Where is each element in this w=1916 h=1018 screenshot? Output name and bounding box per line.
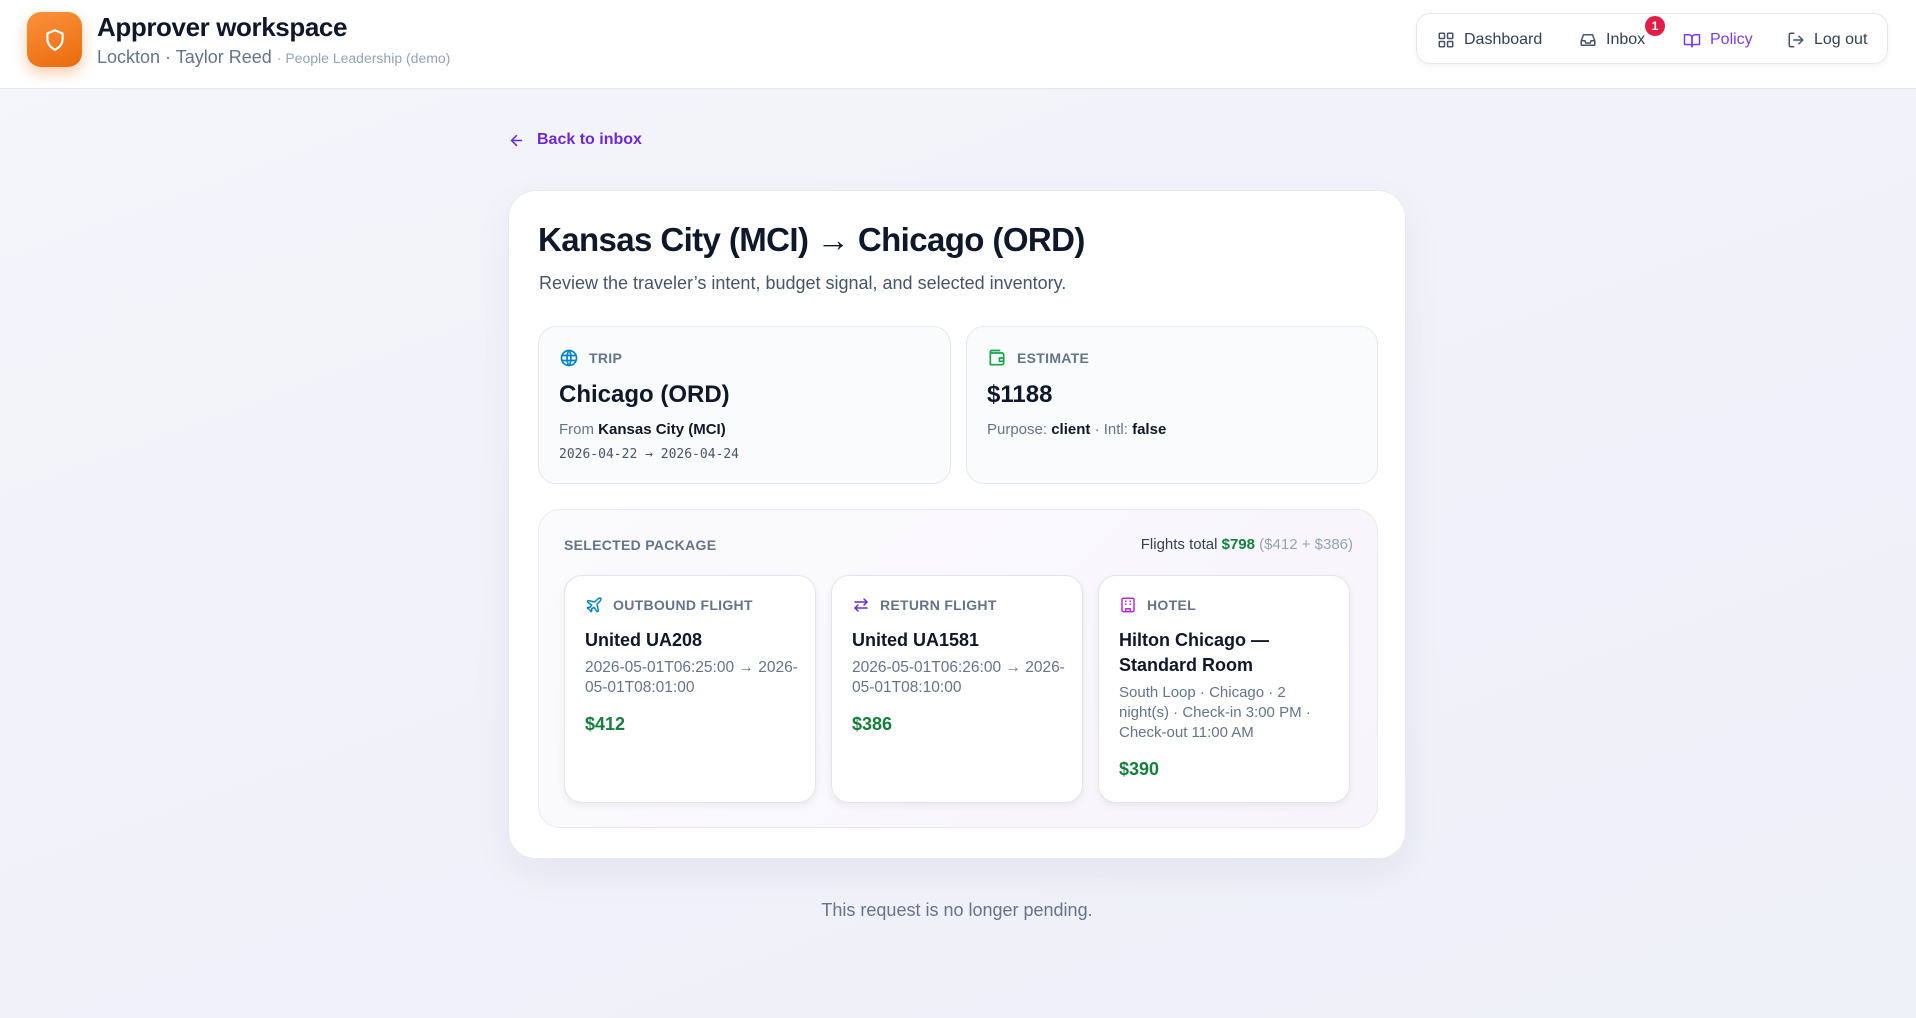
flights-total: Flights total $798 ($412 + $386) bbox=[1141, 536, 1353, 553]
user-line: Lockton · Taylor Reed · People Leadershi… bbox=[97, 47, 450, 68]
arrows-swap-icon bbox=[854, 598, 868, 612]
request-subtitle: Review the traveler’s intent, budget sig… bbox=[539, 273, 1067, 293]
return-flight-times: 2026-05-01T06:26:00 → 2026-05-01T08:10:0… bbox=[852, 659, 1065, 696]
org-name: · People Leadership (demo) bbox=[276, 50, 451, 66]
globe-icon bbox=[560, 349, 578, 367]
nav-inbox[interactable]: Inbox bbox=[1579, 14, 1645, 65]
outbound-flight-times: 2026-05-01T06:25:00 → 2026-05-01T08:01:0… bbox=[585, 659, 798, 696]
hotel-name: Hilton Chicago — Standard Room bbox=[1119, 630, 1269, 675]
status-note: This request is no longer pending. bbox=[821, 900, 1093, 920]
hotel-label: HOTEL bbox=[1119, 596, 1196, 614]
outbound-flight-card: OUTBOUND FLIGHT United UA208 2026-05-01T… bbox=[564, 575, 816, 803]
return-flight-price: $386 bbox=[852, 714, 893, 734]
request-title: Kansas City (MCI) → Chicago (ORD) bbox=[538, 221, 1085, 258]
plane-icon bbox=[586, 597, 602, 613]
log-out-icon bbox=[1788, 32, 1804, 47]
trip-origin-prefix: From bbox=[559, 421, 594, 438]
outbound-flight-price: $412 bbox=[585, 714, 626, 734]
trip-origin: From Kansas City (MCI) bbox=[559, 421, 726, 438]
flights-total-breakdown: ($412 + $386) bbox=[1259, 536, 1353, 553]
estimate-label: ESTIMATE bbox=[987, 348, 1089, 368]
shield-icon bbox=[45, 28, 64, 51]
trip-panel: TRIP Chicago (ORD) From Kansas City (MCI… bbox=[538, 326, 951, 484]
trip-destination: Chicago (ORD) bbox=[559, 381, 730, 408]
nav-policy-label: Policy bbox=[1710, 30, 1753, 48]
return-label-text: RETURN FLIGHT bbox=[880, 597, 997, 613]
nav-policy[interactable]: Policy bbox=[1683, 14, 1753, 65]
purpose-value: client bbox=[1051, 421, 1091, 438]
estimate-panel: ESTIMATE $1188 Purpose: client · Intl: f… bbox=[966, 326, 1378, 484]
trip-label-text: TRIP bbox=[589, 350, 623, 366]
user-name: Lockton · Taylor Reed bbox=[97, 47, 272, 67]
estimate-amount: $1188 bbox=[987, 381, 1053, 408]
hotel-price: $390 bbox=[1119, 759, 1160, 779]
trip-origin-value: Kansas City (MCI) bbox=[598, 421, 726, 438]
estimate-label-text: ESTIMATE bbox=[1017, 350, 1090, 366]
back-to-inbox-link[interactable]: Back to inbox bbox=[508, 131, 642, 149]
flights-total-amount: $798 bbox=[1221, 536, 1255, 553]
hotel-card: HOTEL Hilton Chicago — Standard Room Sou… bbox=[1098, 575, 1350, 803]
intl-prefix: · Intl: bbox=[1094, 421, 1128, 438]
request-card: Kansas City (MCI) → Chicago (ORD) Review… bbox=[508, 190, 1406, 859]
org-label: People Leadership (demo) bbox=[285, 50, 451, 66]
back-link-label: Back to inbox bbox=[537, 131, 642, 148]
wallet-icon bbox=[989, 349, 1005, 366]
nav-inbox-label: Inbox bbox=[1606, 30, 1646, 48]
building-icon bbox=[1121, 597, 1135, 613]
trip-dates: 2026-04-22 → 2026-04-24 bbox=[559, 447, 740, 462]
arrow-left-icon bbox=[510, 134, 523, 146]
nav-dashboard-label: Dashboard bbox=[1464, 30, 1543, 48]
return-flight-label: RETURN FLIGHT bbox=[852, 596, 997, 614]
inbox-icon bbox=[1580, 33, 1596, 46]
nav-dashboard[interactable]: Dashboard bbox=[1437, 14, 1542, 65]
return-flight-name: United UA1581 bbox=[852, 630, 980, 650]
selected-package: SELECTED PACKAGE Flights total $798 ($41… bbox=[538, 509, 1378, 828]
outbound-flight-label: OUTBOUND FLIGHT bbox=[585, 596, 753, 614]
nav-logout[interactable]: Log out bbox=[1787, 14, 1867, 65]
nav-logout-label: Log out bbox=[1814, 30, 1868, 48]
hotel-details: South Loop · Chicago · 2 night(s) · Chec… bbox=[1119, 684, 1311, 741]
outbound-label-text: OUTBOUND FLIGHT bbox=[613, 597, 753, 613]
estimate-meta: Purpose: client · Intl: false bbox=[987, 421, 1166, 438]
package-label: SELECTED PACKAGE bbox=[564, 537, 717, 553]
app-title: Approver workspace bbox=[97, 12, 348, 42]
return-flight-card: RETURN FLIGHT United UA1581 2026-05-01T0… bbox=[831, 575, 1083, 803]
app-logo bbox=[27, 12, 82, 67]
book-open-icon bbox=[1683, 33, 1701, 47]
purpose-prefix: Purpose: bbox=[987, 421, 1048, 438]
trip-label: TRIP bbox=[559, 348, 622, 368]
inbox-count-badge: 1 bbox=[1645, 16, 1665, 36]
dashboard-icon bbox=[1438, 32, 1454, 47]
hotel-label-text: HOTEL bbox=[1147, 597, 1196, 613]
outbound-flight-name: United UA208 bbox=[585, 630, 703, 650]
flights-total-prefix: Flights total bbox=[1140, 536, 1218, 553]
top-bar: Approver workspace Lockton · Taylor Reed… bbox=[0, 0, 1916, 89]
intl-value: false bbox=[1132, 421, 1167, 438]
